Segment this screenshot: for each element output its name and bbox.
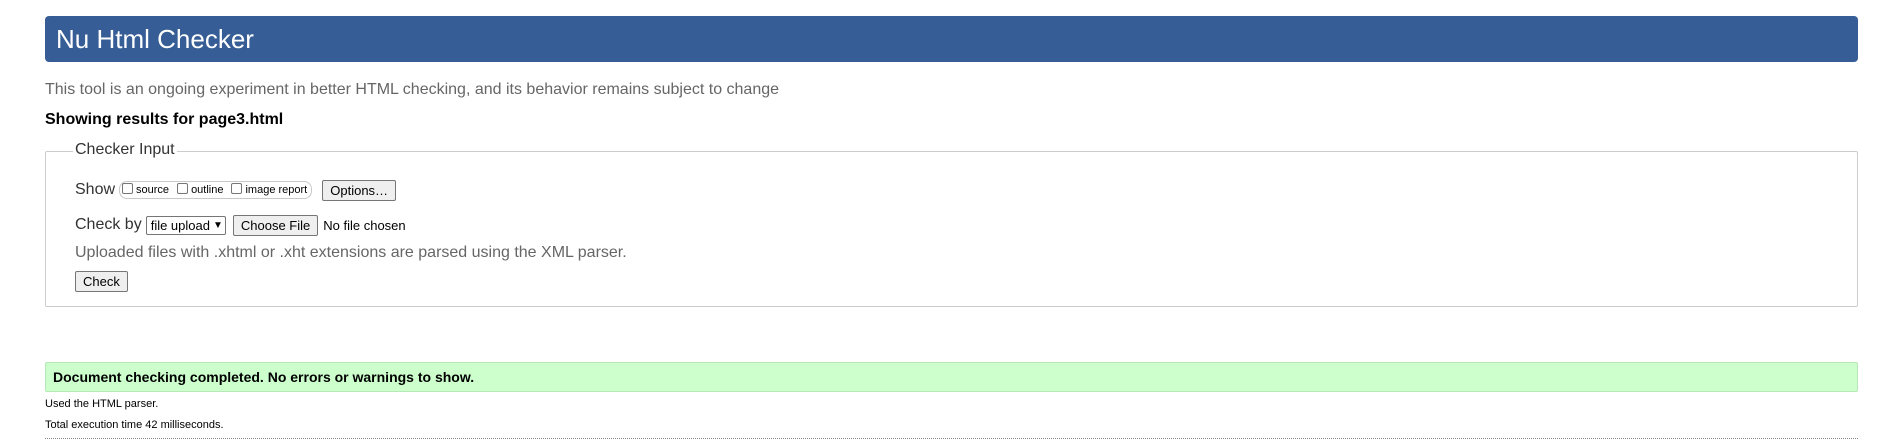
dotted-divider [45,438,1858,439]
image-report-checkbox[interactable] [231,182,243,194]
check-by-select[interactable]: file upload ▼ [145,215,226,235]
chevron-down-icon: ▼ [212,219,223,231]
page-header: Nu Html Checker [45,16,1858,62]
results-heading: Showing results for page3.html [45,111,284,128]
file-status-text: No file chosen [323,217,406,233]
image-report-checkbox-label: image report [245,184,308,196]
execution-time-info: Total execution time 42 milliseconds. [45,419,224,431]
show-source-option[interactable]: source [122,182,170,196]
checker-input-fieldset: Checker Input Show source outline image … [45,141,1858,307]
tool-disclaimer: This tool is an ongoing experiment in be… [45,81,780,98]
show-options-row: Show source outline image report Options… [75,179,397,201]
checker-input-legend: Checker Input [73,141,177,159]
check-by-label: Check by [75,216,142,233]
outline-checkbox[interactable] [177,182,189,194]
page: Nu Html Checker This tool is an ongoing … [0,0,1903,443]
options-button[interactable]: Options… [322,179,397,201]
source-checkbox-label: source [136,184,170,196]
outline-checkbox-label: outline [191,184,224,196]
parser-info: Used the HTML parser. [45,398,159,410]
show-image-report-option[interactable]: image report [231,182,308,196]
check-button[interactable]: Check [75,271,128,292]
result-success-message: Document checking completed. No errors o… [45,362,1858,392]
choose-file-button[interactable]: Choose File [232,214,319,236]
check-by-select-value: file upload [150,217,210,233]
page-title: Nu Html Checker [56,23,254,54]
show-outline-option[interactable]: outline [177,182,224,196]
check-by-row: Check by file upload ▼ Choose File No fi… [75,214,406,236]
xml-parser-note: Uploaded files with .xhtml or .xht exten… [75,244,627,261]
show-checkbox-group: source outline image report [119,181,313,199]
show-label: Show [75,181,116,198]
source-checkbox[interactable] [122,182,134,194]
